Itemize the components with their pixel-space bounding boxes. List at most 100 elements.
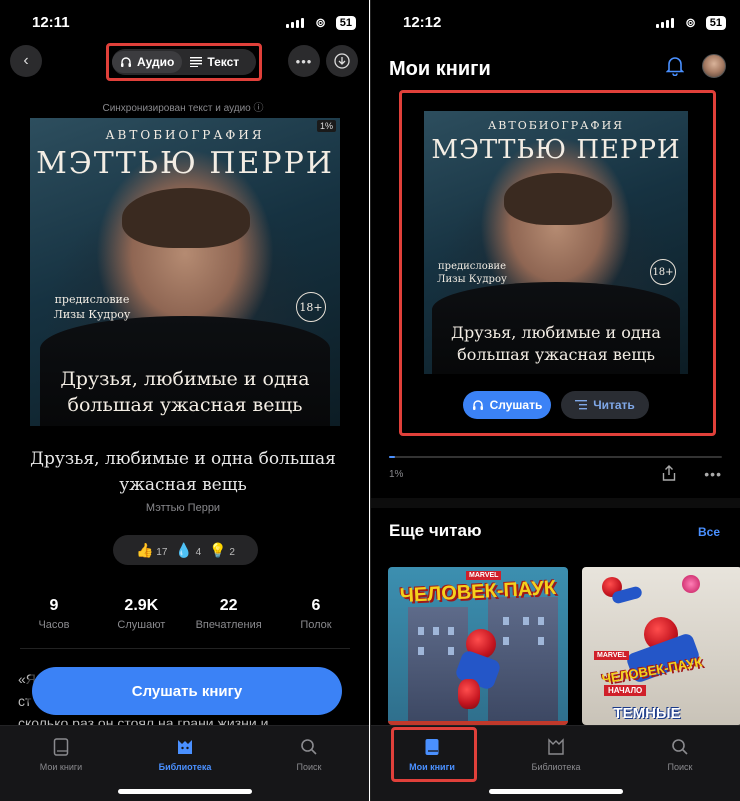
audio-text-toggle: Аудио Текст bbox=[106, 43, 262, 81]
stat-value: 9 bbox=[49, 597, 59, 614]
cover-title-2: большая ужасная вещь bbox=[67, 394, 303, 416]
battery-badge: 51 bbox=[705, 16, 726, 30]
tab-label: Поиск bbox=[667, 762, 693, 772]
stat-shelves[interactable]: 6 Полок bbox=[276, 597, 356, 631]
status-time: 12:11 bbox=[32, 14, 70, 31]
library-icon bbox=[178, 740, 192, 754]
book-cover[interactable]: АВТОБИОГРАФИЯ МЭТТЬЮ ПЕРРИ предисловие Л… bbox=[424, 111, 688, 374]
share-button[interactable] bbox=[662, 465, 676, 484]
tab-label: Мои книги bbox=[39, 762, 83, 772]
right-phone-screen: 12:12 ⊚ 51 Мои книги АВТОБИОГРАФИЯ МЭТТЬ… bbox=[370, 0, 740, 801]
battery-badge: 51 bbox=[335, 16, 356, 30]
reactions-bar[interactable]: 👍 17 💧 4 💡 2 bbox=[113, 535, 258, 565]
bulb-icon: 💡 bbox=[209, 541, 227, 558]
wifi-icon: ⊚ bbox=[315, 15, 326, 30]
cover-author: МЭТТЬЮ ПЕРРИ bbox=[36, 146, 334, 181]
cover-foreword-2: Лизы Кудроу bbox=[53, 308, 131, 321]
read-label: Читать bbox=[593, 398, 635, 412]
reaction-drop[interactable]: 💧 4 bbox=[175, 542, 201, 559]
notifications-button[interactable] bbox=[665, 56, 685, 81]
cover-progress-badge: 1% bbox=[316, 120, 336, 132]
bell-icon bbox=[665, 57, 685, 77]
tab-library[interactable]: Библиотека bbox=[140, 736, 230, 772]
home-indicator[interactable] bbox=[118, 789, 252, 794]
comic-title-2: ТЕМНЫЕ bbox=[613, 705, 681, 722]
tab-library[interactable]: Библиотека bbox=[511, 736, 601, 772]
tab-label: Библиотека bbox=[158, 762, 212, 772]
back-button[interactable]: ‹ bbox=[10, 45, 42, 77]
tab-search[interactable]: Поиск bbox=[635, 736, 725, 772]
status-time: 12:12 bbox=[403, 14, 442, 31]
listen-book-button[interactable]: Слушать книгу bbox=[32, 667, 342, 715]
share-icon bbox=[662, 465, 676, 481]
headphones-icon bbox=[121, 57, 131, 67]
headphones-icon bbox=[472, 400, 483, 410]
comic-cover-2[interactable]: MARVEL ЧЕЛОВЕК-ПАУК НАЧАЛО ТЕМНЫЕ bbox=[582, 567, 740, 725]
section-title: Еще читаю bbox=[389, 521, 482, 540]
drop-icon: 💧 bbox=[175, 541, 193, 558]
cover-foreword-2: Лизы Кудроу bbox=[437, 274, 507, 285]
reaction-thumbs-up[interactable]: 👍 17 bbox=[136, 542, 167, 559]
stat-value: 2.9K bbox=[124, 597, 159, 614]
cover-top-label: АВТОБИОГРАФИЯ bbox=[105, 128, 265, 142]
ellipsis-icon: ••• bbox=[704, 466, 722, 482]
divider bbox=[20, 648, 350, 649]
status-bar: 12:11 ⊚ 51 bbox=[0, 12, 370, 34]
cover-title-1: Друзья, любимые и одна bbox=[451, 323, 661, 342]
current-book-card: АВТОБИОГРАФИЯ МЭТТЬЮ ПЕРРИ предисловие Л… bbox=[399, 90, 716, 436]
reaction-count: 4 bbox=[195, 546, 202, 558]
comic-cover-1[interactable]: MARVEL ЧЕЛОВЕК-ПАУК bbox=[388, 567, 568, 725]
stat-label: Слушают bbox=[117, 619, 166, 631]
stat-impressions[interactable]: 22 Впечатления bbox=[189, 597, 269, 631]
home-indicator[interactable] bbox=[488, 789, 623, 794]
more-options-button[interactable]: ••• bbox=[704, 466, 722, 482]
text-lines-icon bbox=[575, 399, 588, 409]
progress-percent: 1% bbox=[389, 469, 404, 480]
book-icon bbox=[53, 738, 69, 756]
stat-label: Впечатления bbox=[195, 619, 262, 631]
page-title: Мои книги bbox=[389, 58, 491, 80]
ellipsis-icon: ••• bbox=[295, 53, 313, 69]
stat-value: 6 bbox=[311, 597, 321, 614]
listen-button[interactable]: Слушать bbox=[463, 391, 551, 419]
read-button[interactable]: Читать bbox=[561, 391, 649, 419]
book-author[interactable]: Мэттью Перри bbox=[0, 502, 366, 514]
reaction-bulb[interactable]: 💡 2 bbox=[209, 542, 235, 559]
download-button[interactable] bbox=[326, 45, 358, 77]
my-books-highlight bbox=[391, 727, 477, 782]
listen-label: Слушать bbox=[489, 398, 543, 412]
text-tab[interactable]: Текст bbox=[182, 51, 247, 73]
stat-hours: 9 Часов bbox=[14, 597, 94, 631]
avatar[interactable] bbox=[702, 54, 726, 78]
wifi-icon: ⊚ bbox=[685, 15, 696, 30]
marvel-logo: MARVEL bbox=[594, 651, 630, 660]
audio-tab[interactable]: Аудио bbox=[112, 51, 183, 73]
signal-icon bbox=[656, 18, 674, 28]
search-icon bbox=[301, 739, 317, 755]
cover-top-label: АВТОБИОГРАФИЯ bbox=[487, 119, 625, 132]
progress-fill bbox=[389, 456, 395, 458]
download-icon bbox=[334, 53, 350, 69]
thumbs-up-icon: 👍 bbox=[136, 541, 154, 558]
left-phone-screen: 12:11 ⊚ 51 ‹ Аудио Текст ••• Синхронизир… bbox=[0, 0, 370, 801]
chevron-left-icon: ‹ bbox=[23, 52, 29, 69]
age-rating-badge: 18+ bbox=[650, 259, 676, 285]
book-title: Друзья, любимые и одна большая ужасная в… bbox=[30, 449, 336, 495]
audio-tab-label: Аудио bbox=[137, 55, 175, 69]
signal-icon bbox=[286, 18, 304, 28]
cover-title-1: Друзья, любимые и одна bbox=[60, 368, 310, 390]
tab-my-books[interactable]: Мои книги bbox=[16, 736, 106, 772]
more-button[interactable]: ••• bbox=[288, 45, 320, 77]
status-bar: 12:12 ⊚ 51 bbox=[371, 12, 740, 34]
stat-label: Часов bbox=[38, 619, 70, 631]
comic-subtitle: НАЧАЛО bbox=[604, 685, 647, 696]
see-all-link[interactable]: Все bbox=[698, 525, 720, 539]
tab-search[interactable]: Поиск bbox=[264, 736, 354, 772]
book-cover[interactable]: АВТОБИОГРАФИЯ МЭТТЬЮ ПЕРРИ предисловие Л… bbox=[30, 118, 340, 426]
reading-progress-bar bbox=[389, 456, 722, 458]
sync-note: Синхронизирован текст и аудио ⓘ bbox=[102, 103, 264, 114]
stat-listeners: 2.9K Слушают bbox=[101, 597, 181, 631]
cover-foreword-1: предисловие bbox=[54, 293, 130, 306]
reaction-count: 17 bbox=[156, 546, 168, 558]
tab-bar: Мои книги Библиотека Поиск bbox=[0, 725, 370, 801]
